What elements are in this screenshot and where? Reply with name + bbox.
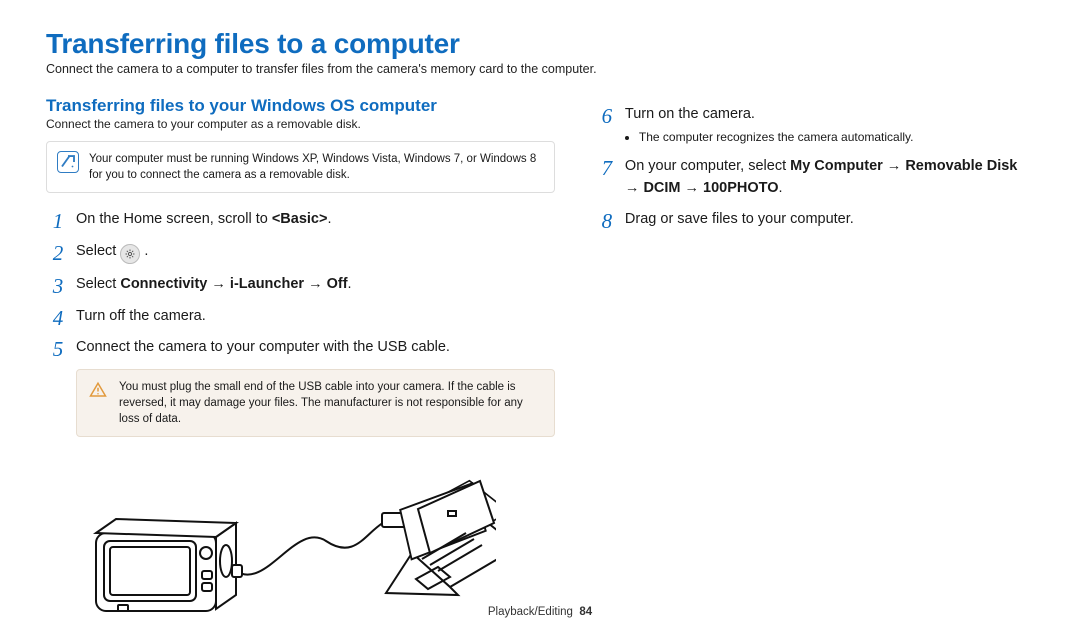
warning-text: You must plug the small end of the USB c… <box>119 379 542 427</box>
step-1: On the Home screen, scroll to <Basic>. <box>46 209 555 231</box>
step-8: Drag or save files to your computer. <box>595 209 1034 231</box>
step-7-text-a: On your computer, select <box>625 158 790 174</box>
step-1-bold: <Basic> <box>272 211 328 227</box>
steps-list-right: Turn on the camera. The computer recogni… <box>595 104 1034 231</box>
step-4: Turn off the camera. <box>46 306 555 328</box>
step-1-text-c: . <box>327 211 331 227</box>
content-columns: Transferring files to your Windows OS co… <box>46 96 1034 636</box>
section-sub: Connect the camera to your computer as a… <box>46 117 555 131</box>
step-6-text: Turn on the camera. <box>625 106 755 122</box>
note-callout: Your computer must be running Windows XP… <box>46 141 555 193</box>
page-intro: Connect the camera to a computer to tran… <box>46 62 1034 76</box>
step-5: Connect the camera to your computer with… <box>46 337 555 359</box>
step-3-text-c: . <box>348 276 352 292</box>
page-footer: Playback/Editing 84 <box>0 606 1080 618</box>
section-heading: Transferring files to your Windows OS co… <box>46 96 555 116</box>
column-right: Turn on the camera. The computer recogni… <box>595 96 1034 636</box>
step-3-bold: Connectivity → i-Launcher → Off <box>120 276 347 292</box>
step-2-text-b: . <box>140 243 148 259</box>
step-6-sub-1: The computer recognizes the camera autom… <box>639 128 1034 146</box>
warning-callout: You must plug the small end of the USB c… <box>76 369 555 437</box>
settings-icon <box>120 244 140 264</box>
step-2: Select . <box>46 241 555 264</box>
step-7-text-c: . <box>779 180 783 196</box>
step-3-text-a: Select <box>76 276 120 292</box>
step-7: On your computer, select My Computer → R… <box>595 156 1034 200</box>
column-left: Transferring files to your Windows OS co… <box>46 96 555 636</box>
step-3: Select Connectivity → i-Launcher → Off. <box>46 274 555 296</box>
warning-icon <box>87 379 109 401</box>
note-icon <box>57 151 79 173</box>
page-title: Transferring files to a computer <box>46 28 1034 60</box>
note-text: Your computer must be running Windows XP… <box>89 151 542 183</box>
step-6: Turn on the camera. The computer recogni… <box>595 104 1034 146</box>
footer-section: Playback/Editing <box>488 606 573 618</box>
step-6-sub: The computer recognizes the camera autom… <box>639 128 1034 146</box>
step-2-text-a: Select <box>76 243 120 259</box>
footer-page-number: 84 <box>579 606 592 618</box>
steps-list-left: On the Home screen, scroll to <Basic>. S… <box>46 209 555 359</box>
step-1-text-a: On the Home screen, scroll to <box>76 211 272 227</box>
